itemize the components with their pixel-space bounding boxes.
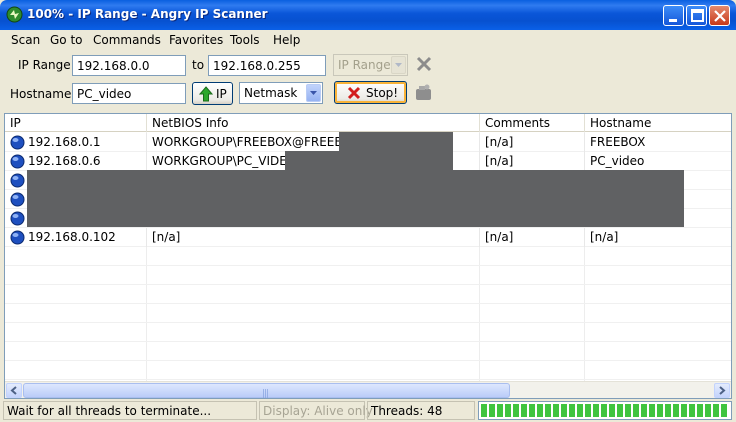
chevron-down-icon (391, 56, 406, 74)
stop-button[interactable]: Stop! (334, 81, 407, 104)
blue-globe-icon (10, 173, 25, 188)
scan-progress-bar (478, 401, 732, 420)
menu-help[interactable]: Help (273, 33, 300, 47)
menu-tools[interactable]: Tools (230, 33, 260, 47)
maximize-button[interactable] (686, 5, 707, 26)
cell-ip: 192.168.0.6 (5, 152, 147, 171)
chevron-left-icon (10, 386, 17, 395)
cell-hostname: PC_video (585, 152, 731, 171)
cell-comments: [n/a] (480, 228, 585, 247)
stop-button-label: Stop! (366, 86, 399, 100)
fetchers-icon[interactable] (414, 83, 434, 102)
progress-fill (481, 404, 729, 417)
hostname-input[interactable] (72, 83, 186, 104)
empty-row (5, 266, 731, 285)
blue-globe-icon (10, 211, 25, 226)
horizontal-scrollbar[interactable]: ||| (5, 381, 731, 398)
title-bar[interactable]: 100% - IP Range - Angry IP Scanner (0, 0, 736, 30)
display-filter-status[interactable]: Display: Alive only (259, 401, 373, 420)
empty-row (5, 285, 731, 304)
clear-x-icon[interactable] (415, 55, 433, 73)
menu-commands[interactable]: Commands (93, 33, 161, 47)
close-icon (714, 10, 726, 22)
cell-hostname: FREEBOX (585, 133, 731, 152)
netmask-select[interactable]: Netmask (239, 82, 323, 104)
empty-row (5, 342, 731, 361)
redaction-block (285, 151, 453, 170)
cell-netbios: [n/a] (147, 228, 480, 247)
redaction-block (27, 170, 684, 227)
ip-lookup-button[interactable]: IP (192, 82, 233, 105)
netmask-select-value: Netmask (244, 86, 298, 100)
cell-comments: [n/a] (480, 152, 585, 171)
chevron-right-icon (719, 386, 726, 395)
hostname-label: Hostname: (10, 87, 76, 101)
ip-range-label: IP Range: (18, 58, 75, 72)
menu-scan[interactable]: Scan (11, 33, 40, 47)
menu-bar: Scan Go to Commands Favorites Tools Help (0, 30, 736, 50)
to-label: to (192, 58, 205, 72)
close-button[interactable] (709, 5, 730, 26)
column-header-hostname[interactable]: Hostname (585, 114, 731, 132)
cell-hostname: [n/a] (585, 228, 731, 247)
menu-goto[interactable]: Go to (50, 33, 83, 47)
red-x-icon (347, 86, 361, 100)
status-message: Wait for all threads to terminate... (3, 401, 257, 420)
threads-status: Threads: 48 (367, 401, 475, 420)
results-table[interactable]: IP NetBIOS Info Comments Hostname 192.16… (4, 113, 732, 399)
scroll-right-button[interactable] (714, 383, 730, 398)
empty-row (5, 247, 731, 266)
table-header: IP NetBIOS Info Comments Hostname (5, 114, 731, 132)
empty-row (5, 304, 731, 323)
minimize-icon (669, 19, 677, 22)
column-header-ip[interactable]: IP (5, 114, 147, 132)
start-ip-input[interactable] (72, 55, 186, 76)
ip-button-label: IP (216, 87, 227, 101)
maximize-icon (691, 9, 704, 22)
minimize-button[interactable] (663, 5, 684, 26)
column-header-netbios[interactable]: NetBIOS Info (147, 114, 480, 132)
column-header-comments[interactable]: Comments (480, 114, 585, 132)
feeder-select[interactable]: IP Range (333, 54, 408, 76)
cell-ip: 192.168.0.1 (5, 133, 147, 152)
empty-row (5, 323, 731, 342)
window-title: 100% - IP Range - Angry IP Scanner (27, 7, 268, 21)
redaction-block (339, 132, 453, 151)
table-row[interactable]: 192.168.0.102 [n/a] [n/a] [n/a] (5, 228, 731, 247)
scroll-thumb[interactable]: ||| (23, 383, 510, 398)
empty-row (5, 361, 731, 380)
app-icon (6, 6, 23, 23)
cell-comments: [n/a] (480, 133, 585, 152)
blue-globe-icon (10, 192, 25, 207)
chevron-down-icon (306, 84, 321, 102)
status-bar: Wait for all threads to terminate... Dis… (0, 400, 736, 422)
menu-favorites[interactable]: Favorites (169, 33, 223, 47)
grip-icon: ||| (262, 389, 269, 399)
scroll-left-button[interactable] (6, 383, 22, 398)
feeder-select-value: IP Range (338, 58, 391, 72)
cell-ip: 192.168.0.102 (5, 228, 147, 247)
green-up-arrow-icon (199, 86, 213, 102)
end-ip-input[interactable] (208, 55, 326, 76)
